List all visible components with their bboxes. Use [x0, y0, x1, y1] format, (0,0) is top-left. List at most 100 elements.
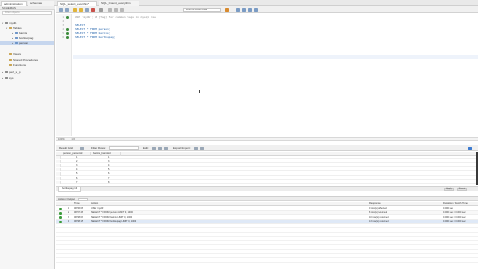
table-row[interactable]: 56: [56, 172, 476, 176]
table-cell[interactable]: 2: [76, 160, 77, 163]
table-icon: [15, 36, 18, 40]
database-icon: [5, 70, 8, 74]
tree-item-person[interactable]: ▸ person: [0, 41, 54, 45]
tree-item-mydb[interactable]: ▾ mydb: [2, 21, 16, 25]
tree-item-perl-s-p[interactable]: ▸ perl_s_p: [2, 70, 21, 74]
tree-item-stored-procedures[interactable]: Stored Procedures: [6, 58, 38, 62]
apply-button[interactable]: Apply: [444, 188, 454, 191]
table-cell[interactable]: 4: [108, 164, 109, 167]
tree-item-barnis[interactable]: ▸ barnis: [12, 31, 27, 35]
delete-row-icon[interactable]: [164, 146, 168, 150]
tree-item-tables[interactable]: ▾ Tables: [6, 26, 22, 30]
export-icon[interactable]: [194, 146, 198, 150]
result-grid-label[interactable]: Result Grid: [59, 145, 73, 151]
table-row[interactable]: 11: [56, 156, 476, 160]
output-header-row: Time Action Response Duration / Fetch Ti…: [56, 202, 478, 206]
table-row[interactable]: 45: [56, 168, 476, 172]
table-cell[interactable]: 8: [108, 181, 109, 184]
line-number: 6: [62, 35, 64, 39]
tree-item-functions[interactable]: Functions: [6, 63, 26, 67]
snippets-icon[interactable]: [254, 7, 258, 12]
table-icon: [15, 41, 18, 45]
table-row[interactable]: 23: [56, 160, 476, 164]
schema-filter-input[interactable]: Filter objects: [2, 11, 52, 15]
column-header: Response: [369, 202, 381, 205]
find-icon[interactable]: [236, 7, 240, 12]
execute-current-icon[interactable]: [79, 7, 83, 12]
tree-item-views[interactable]: Views: [6, 52, 21, 56]
filter-rows-label: Filter Rows:: [91, 146, 106, 150]
import-icon[interactable]: [200, 146, 204, 150]
form-editor-icon[interactable]: [468, 146, 472, 150]
limit-rows-select[interactable]: Limit to 1000 rows: [183, 7, 221, 12]
revert-button[interactable]: Revert: [457, 188, 467, 191]
filter-rows-input[interactable]: [109, 146, 139, 150]
navigator-sidebar: SCHEMAS Filter objects ▾ mydb ▾ Tables ▸ ba…: [0, 6, 55, 269]
sql-editor[interactable]: 1 USE `mydb`; # [Tag] for common logs in…: [56, 14, 478, 136]
open-file-icon[interactable]: [59, 7, 63, 12]
grid-view-icon[interactable]: [80, 146, 84, 150]
add-row-icon[interactable]: [158, 146, 162, 150]
table-cell[interactable]: 4: [76, 168, 77, 171]
execution-marker-icon: [66, 27, 69, 31]
table-row[interactable]: 78: [56, 180, 476, 184]
invisible-chars-icon[interactable]: [242, 7, 246, 12]
result-grid-toolbar: Result Grid Filter Rows: Edit: Export/Im…: [56, 145, 478, 151]
table-cell[interactable]: 3: [108, 160, 109, 163]
wrap-lines-icon[interactable]: [248, 7, 252, 12]
execution-marker-icon: [66, 15, 69, 19]
output-panel-header: Action Output: [56, 196, 478, 201]
column-header: Duration / Fetch Time: [443, 202, 468, 205]
table-row[interactable]: 34: [56, 164, 476, 168]
row-header[interactable]: [56, 168, 61, 172]
tree-item-bortkurpag[interactable]: ▸ bortkurpag: [12, 36, 33, 40]
explain-icon[interactable]: [85, 7, 89, 12]
tree-item-sys[interactable]: ▸ sys: [2, 76, 14, 80]
row-header[interactable]: [56, 180, 61, 184]
code-line[interactable]: SELECT * FROM bortkupag;: [75, 35, 115, 39]
commit-icon[interactable]: [108, 7, 112, 12]
save-icon[interactable]: [65, 7, 69, 12]
stop-icon[interactable]: [91, 7, 95, 12]
folder-icon: [9, 58, 12, 62]
code-line[interactable]: USE `mydb`; # [Tag] for common logs in m…: [75, 15, 156, 19]
folder-icon: [9, 26, 12, 30]
table-row[interactable]: 67: [56, 176, 476, 180]
row-header[interactable]: [56, 172, 61, 176]
table-cell[interactable]: 6: [76, 177, 77, 180]
database-icon: [5, 76, 8, 80]
row-header[interactable]: [56, 164, 61, 168]
table-cell[interactable]: 1: [108, 156, 109, 159]
table-cell[interactable]: 5: [76, 172, 77, 175]
table-cell[interactable]: 7: [108, 177, 109, 180]
column-header: Action: [91, 202, 99, 205]
current-line-highlight: [73, 55, 478, 59]
table-icon: [15, 31, 18, 35]
table-cell[interactable]: 5: [108, 168, 109, 171]
row-header[interactable]: [56, 160, 61, 164]
success-check-icon: [59, 220, 62, 224]
table-cell[interactable]: 1: [76, 156, 77, 159]
row-header[interactable]: [56, 176, 61, 180]
table-cell[interactable]: 7: [76, 181, 77, 184]
editor-status-bar: 100% 1:6: [56, 137, 478, 141]
success-check-icon: [59, 212, 62, 215]
table-cell[interactable]: 6: [108, 172, 109, 175]
edit-label: Edit:: [143, 146, 149, 150]
result-tab[interactable]: bortkupag 13: [58, 187, 82, 192]
sidebar-header: SCHEMAS: [0, 6, 55, 10]
execution-marker-icon: [66, 31, 69, 35]
zoom-level[interactable]: 100%: [58, 138, 65, 141]
execute-icon[interactable]: [73, 7, 77, 12]
database-icon: [5, 21, 8, 25]
autocommit-icon[interactable]: [120, 7, 124, 12]
output-type-select[interactable]: [78, 197, 88, 201]
toggle-output-icon[interactable]: [99, 7, 103, 12]
result-grid[interactable]: person_personid barnis_barnisid 11233445…: [56, 152, 476, 185]
rollback-icon[interactable]: [114, 7, 118, 12]
edit-row-icon[interactable]: [152, 146, 156, 150]
text-cursor-icon: [199, 90, 200, 93]
table-cell[interactable]: 3: [76, 164, 77, 167]
beautify-icon[interactable]: [225, 7, 229, 12]
row-header[interactable]: [56, 156, 61, 160]
